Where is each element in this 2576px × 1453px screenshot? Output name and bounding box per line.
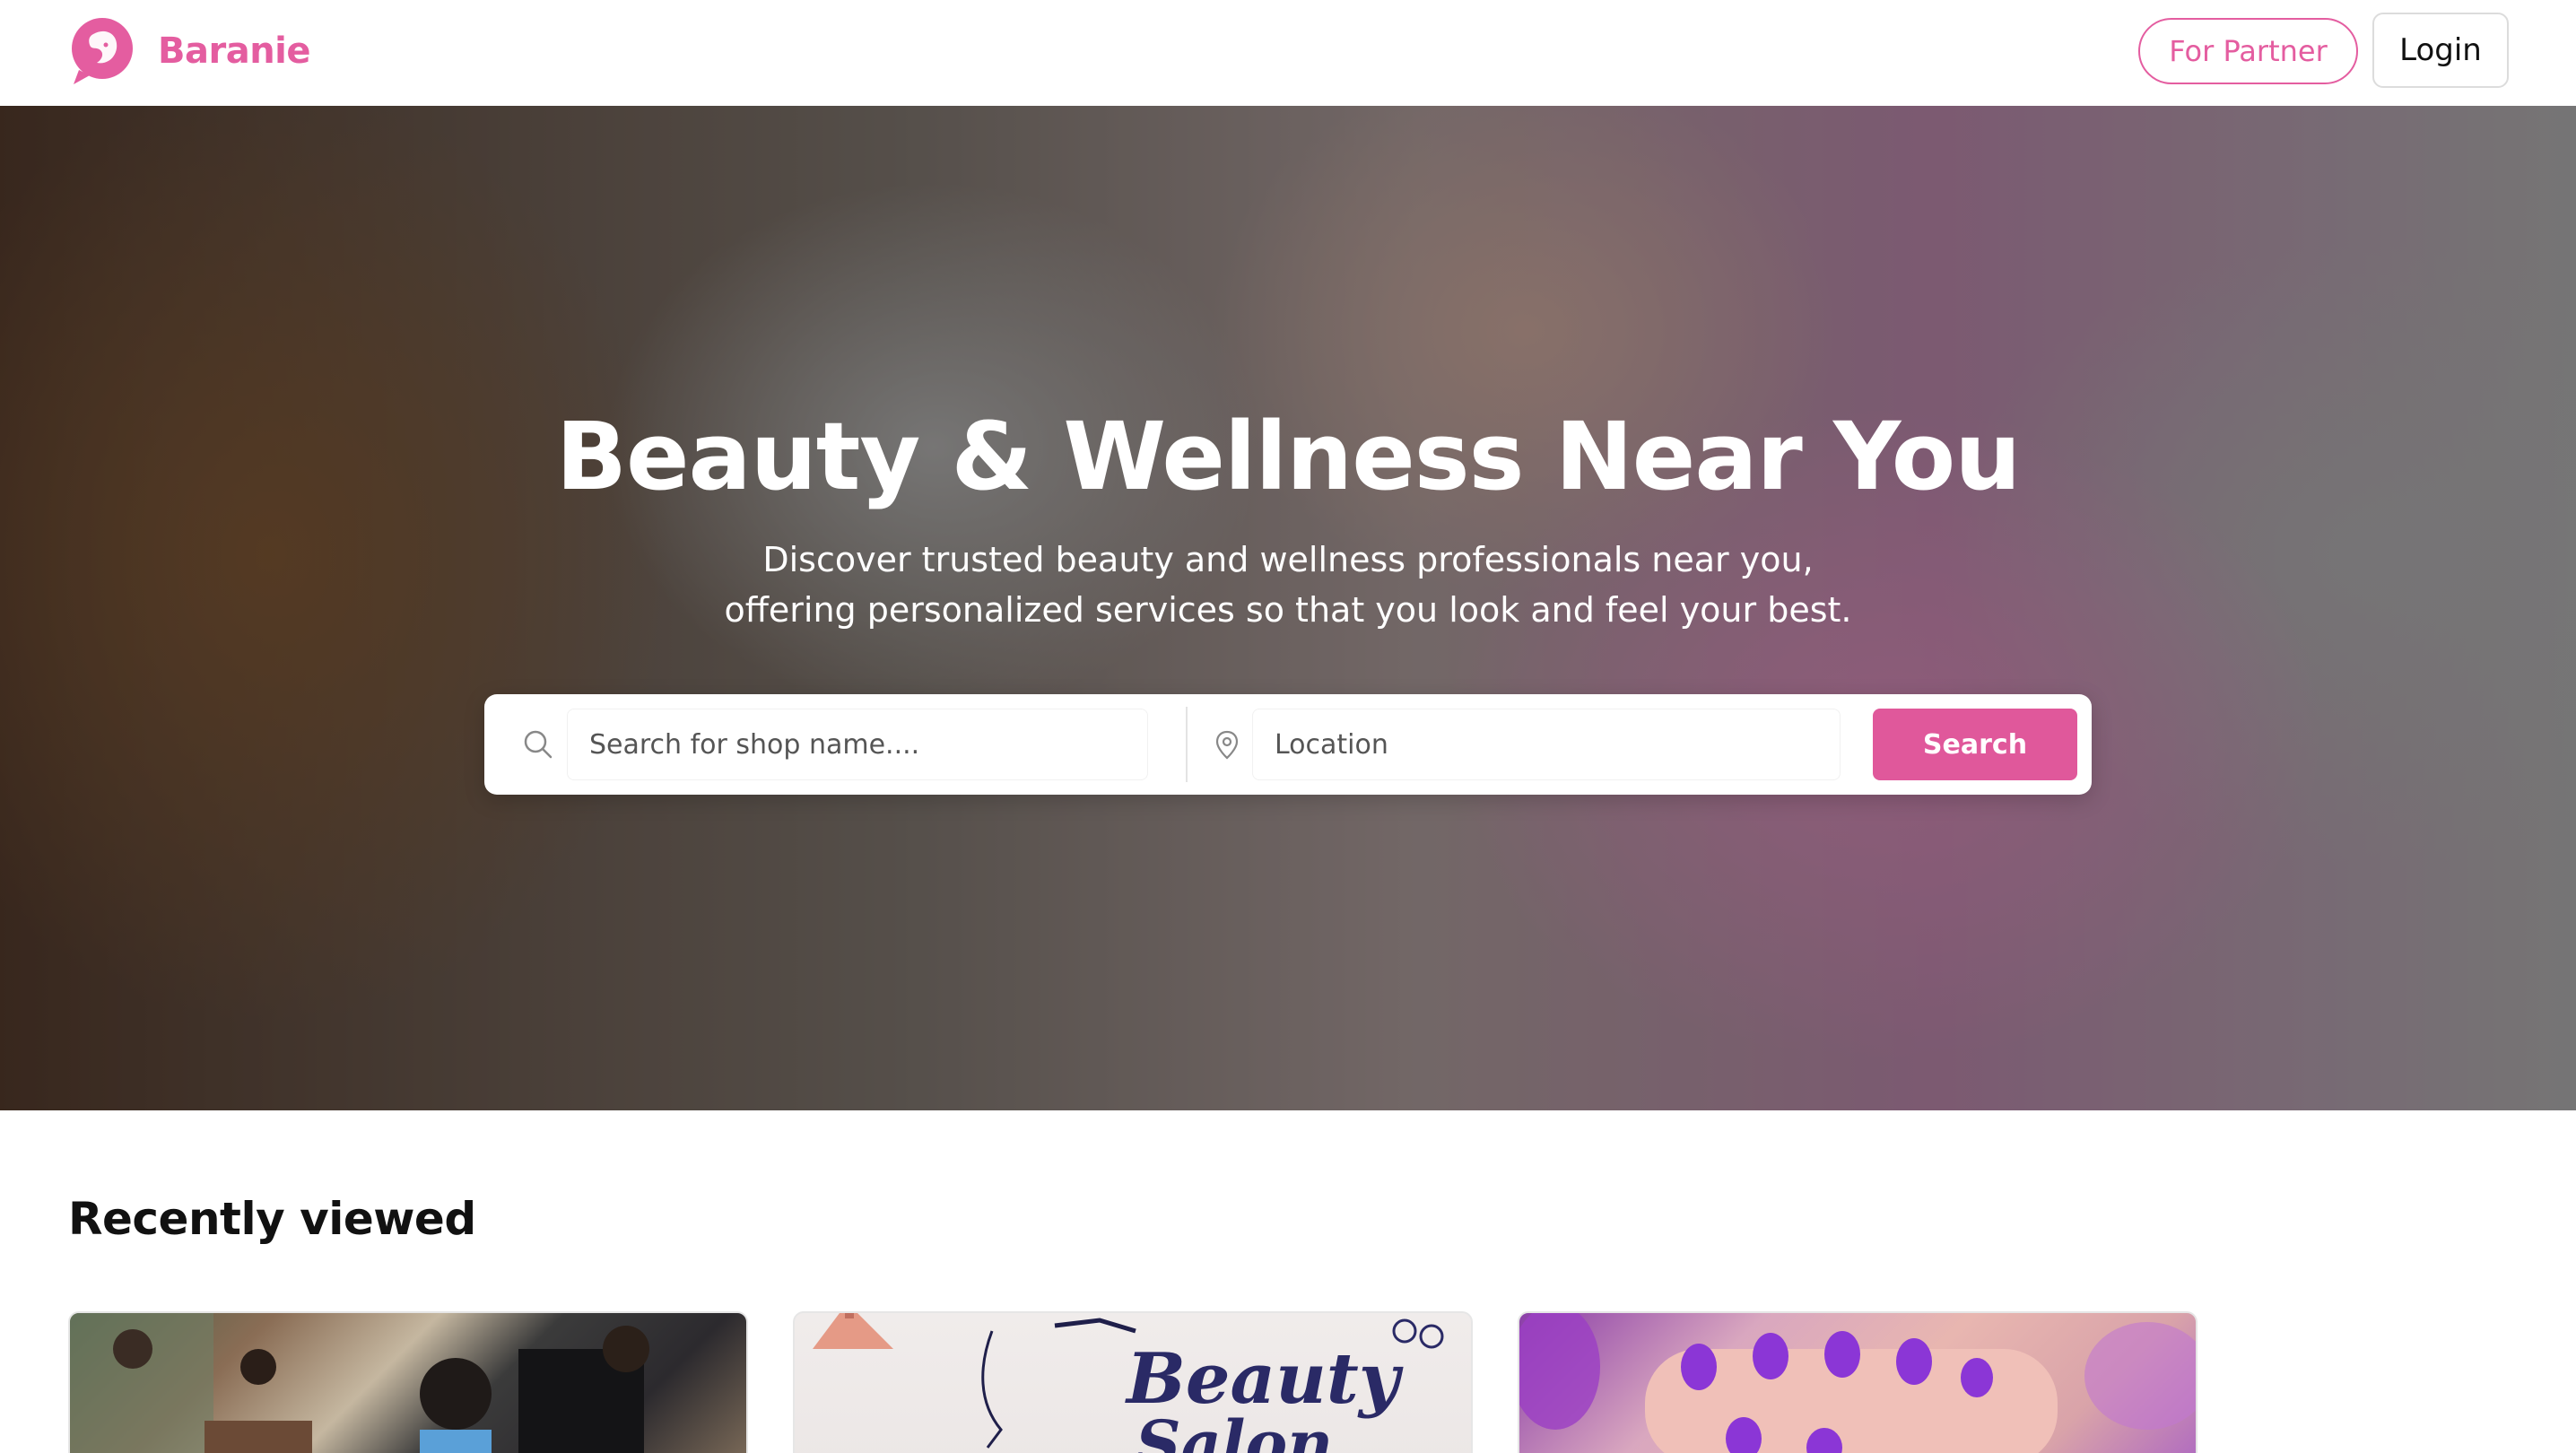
hero-banner: Beauty & Wellness Near You Discover trus…	[0, 106, 2576, 1110]
recent-card-barber[interactable]	[68, 1311, 748, 1453]
logo-icon	[72, 18, 133, 84]
search-icon	[524, 730, 553, 759]
hero-title: Beauty & Wellness Near You	[555, 402, 2022, 511]
beauty-salon-image: Beauty Salon	[813, 1313, 1444, 1453]
for-partner-button[interactable]: For Partner	[2138, 18, 2358, 84]
recent-card-beauty-salon[interactable]: Beauty Salon	[793, 1311, 1473, 1453]
brand-name: Baranie	[158, 30, 311, 72]
barber-shop-image	[70, 1313, 649, 1453]
hero-subtitle: Discover trusted beauty and wellness pro…	[724, 540, 1852, 630]
svg-text:Salon: Salon	[1136, 1406, 1333, 1453]
nails-image	[1519, 1313, 2196, 1453]
login-button[interactable]: Login	[2372, 13, 2509, 88]
search-bar: Search	[484, 694, 2092, 795]
search-divider	[1186, 707, 1188, 782]
shop-search-input[interactable]	[567, 709, 1148, 780]
brand-logo[interactable]: Baranie	[66, 14, 311, 88]
recent-card-nails[interactable]	[1518, 1311, 2197, 1453]
search-button[interactable]: Search	[1873, 709, 2077, 780]
top-navbar: Baranie For Partner Login	[0, 0, 2576, 106]
location-input[interactable]	[1252, 709, 1841, 780]
recently-viewed-title: Recently viewed	[68, 1193, 476, 1245]
location-pin-icon	[1215, 730, 1239, 760]
